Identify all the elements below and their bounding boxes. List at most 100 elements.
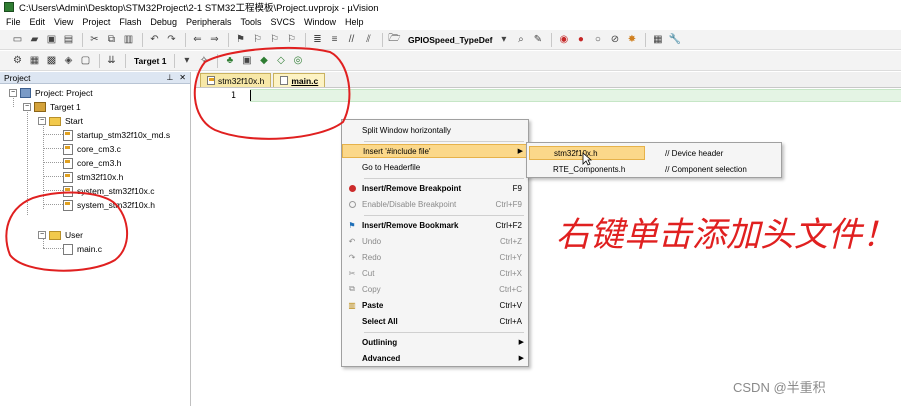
collapse-toggle-icon[interactable]: − — [9, 89, 17, 97]
menu-outlining[interactable]: Outlining ▶ — [342, 335, 528, 349]
paste-icon[interactable]: ▥ — [121, 33, 136, 47]
current-line-highlight[interactable] — [250, 89, 901, 102]
editor-area[interactable]: stm32f10x.h main.c 1 — [196, 72, 901, 406]
menu-tools[interactable]: Tools — [240, 17, 261, 27]
include-file-submenu: stm32f10x.h // Device header RTE_Compone… — [526, 142, 782, 178]
tree-target[interactable]: − Target 1 — [23, 100, 81, 114]
copy-icon[interactable]: ⧉ — [104, 33, 119, 47]
new-file-icon[interactable]: ▭ — [10, 33, 25, 47]
disable-breakpoint-icon[interactable]: ○ — [590, 33, 605, 47]
tree-file[interactable]: system_stm32f10x.h — [63, 198, 155, 212]
tab-stm32f10x-h[interactable]: stm32f10x.h — [200, 73, 272, 87]
manage-project-icon[interactable]: ♣ — [222, 54, 237, 68]
menu-project[interactable]: Project — [82, 17, 110, 27]
collapse-toggle-icon[interactable]: − — [23, 103, 31, 111]
rebuild-icon[interactable]: ▩ — [44, 54, 59, 68]
find-in-files-icon[interactable]: 🗁 — [387, 33, 402, 47]
debug-start-icon[interactable]: ◉ — [556, 33, 571, 47]
kill-breakpoints-icon[interactable]: ⊘ — [607, 33, 622, 47]
menu-shortcut: Ctrl+A — [499, 316, 522, 326]
menu-svcs[interactable]: SVCS — [271, 17, 296, 27]
target-dropdown-icon[interactable]: ▾ — [179, 54, 194, 68]
manage-rte-icon[interactable]: ◆ — [256, 54, 271, 68]
save-all-icon[interactable]: ▤ — [61, 33, 76, 47]
tree-group-start[interactable]: − Start — [38, 114, 83, 128]
tree-file[interactable]: main.c — [63, 242, 102, 256]
find-dropdown-icon[interactable]: ▾ — [496, 33, 511, 47]
menu-copy[interactable]: ⧉ Copy Ctrl+C — [342, 282, 528, 296]
clear-bookmarks-icon[interactable]: ⚐ — [284, 33, 299, 47]
close-icon[interactable]: ✕ — [179, 73, 186, 82]
file-icon — [63, 143, 73, 155]
build-icon[interactable]: ▦ — [27, 54, 42, 68]
menu-insert-remove-bookmark[interactable]: ⚑ Insert/Remove Bookmark Ctrl+F2 — [342, 218, 528, 232]
translate-icon[interactable]: ⚙ — [10, 54, 25, 68]
target-select[interactable]: Target 1 — [134, 56, 166, 66]
nav-back-icon[interactable]: ⇐ — [190, 33, 205, 47]
menu-advanced[interactable]: Advanced ▶ — [342, 351, 528, 365]
menu-edit[interactable]: Edit — [30, 17, 46, 27]
menu-enable-disable-breakpoint[interactable]: Enable/Disable Breakpoint Ctrl+F9 — [342, 197, 528, 211]
save-icon[interactable]: ▣ — [44, 33, 59, 47]
device-icon[interactable]: ◎ — [290, 54, 305, 68]
menu-window[interactable]: Window — [304, 17, 336, 27]
menu-shortcut: Ctrl+F2 — [495, 220, 522, 230]
nav-forward-icon[interactable]: ⇒ — [207, 33, 222, 47]
menu-file[interactable]: File — [6, 17, 21, 27]
menu-help[interactable]: Help — [345, 17, 364, 27]
find-combo-value[interactable]: GPIOSpeed_TypeDef — [408, 35, 492, 45]
cut-icon[interactable]: ✂ — [87, 33, 102, 47]
collapse-toggle-icon[interactable]: − — [38, 231, 46, 239]
batch-build-icon[interactable]: ◈ — [61, 54, 76, 68]
menu-split-window[interactable]: Split Window horizontally — [342, 123, 528, 137]
configure-icon[interactable]: ✸ — [624, 33, 639, 47]
menu-view[interactable]: View — [54, 17, 73, 27]
comment-icon[interactable]: // — [344, 33, 359, 47]
submenu-stm32f10x-h[interactable]: stm32f10x.h // Device header — [529, 146, 779, 160]
undo-icon[interactable]: ↶ — [147, 33, 162, 47]
stop-build-icon[interactable]: ▢ — [78, 54, 93, 68]
target-options-icon[interactable]: ✧ — [196, 54, 211, 68]
incremental-find-icon[interactable]: ✎ — [530, 33, 545, 47]
menu-cut[interactable]: ✂ Cut Ctrl+X — [342, 266, 528, 280]
tree-project-root[interactable]: − Project: Project — [9, 86, 93, 100]
uncomment-icon[interactable]: ⫽ — [361, 33, 376, 47]
menu-paste[interactable]: ▥ Paste Ctrl+V — [342, 298, 528, 312]
open-file-icon[interactable]: ▰ — [27, 33, 42, 47]
redo-icon[interactable]: ↷ — [164, 33, 179, 47]
menu-undo[interactable]: ↶ Undo Ctrl+Z — [342, 234, 528, 248]
breakpoint-icon[interactable]: ● — [573, 33, 588, 47]
pin-icon[interactable]: ⊥ — [166, 73, 173, 82]
tree-file[interactable]: startup_stm32f10x_md.s — [63, 128, 170, 142]
target-icon — [34, 102, 46, 112]
select-packs-icon[interactable]: ▣ — [239, 54, 254, 68]
tab-main-c[interactable]: main.c — [273, 73, 326, 87]
menu-redo[interactable]: ↷ Redo Ctrl+Y — [342, 250, 528, 264]
project-panel: Project ⊥ ✕ − Project: Project − Target … — [0, 72, 191, 406]
tree-file[interactable]: core_cm3.h — [63, 156, 121, 170]
pack-installer-icon[interactable]: ◇ — [273, 54, 288, 68]
tree-file[interactable]: system_stm32f10x.c — [63, 184, 154, 198]
unindent-icon[interactable]: ≡ — [327, 33, 342, 47]
submenu-rte-components-h[interactable]: RTE_Components.h // Component selection — [529, 162, 779, 176]
menu-insert-include[interactable]: Insert '#include file' ▶ — [342, 144, 528, 158]
tree-group-user[interactable]: − User — [38, 228, 83, 242]
tree-file[interactable]: core_cm3.c — [63, 142, 121, 156]
menu-select-all[interactable]: Select All Ctrl+A — [342, 314, 528, 328]
menu-flash[interactable]: Flash — [119, 17, 141, 27]
window-layout-icon[interactable]: ▦ — [650, 33, 665, 47]
menu-insert-remove-breakpoint[interactable]: Insert/Remove Breakpoint F9 — [342, 181, 528, 195]
bookmark-icon[interactable]: ⚑ — [233, 33, 248, 47]
download-icon[interactable]: ⇊ — [104, 54, 119, 68]
tree-file[interactable]: stm32f10x.h — [63, 170, 123, 184]
menu-go-to-headerfile[interactable]: Go to Headerfile — [342, 160, 528, 174]
menu-item-label: Enable/Disable Breakpoint — [362, 199, 457, 209]
indent-icon[interactable]: ≣ — [310, 33, 325, 47]
menu-peripherals[interactable]: Peripherals — [186, 17, 232, 27]
menu-debug[interactable]: Debug — [150, 17, 177, 27]
prev-bookmark-icon[interactable]: ⚐ — [250, 33, 265, 47]
find-icon[interactable]: ⌕ — [513, 33, 528, 47]
collapse-toggle-icon[interactable]: − — [38, 117, 46, 125]
tools-icon[interactable]: 🔧 — [667, 33, 682, 47]
next-bookmark-icon[interactable]: ⚐ — [267, 33, 282, 47]
